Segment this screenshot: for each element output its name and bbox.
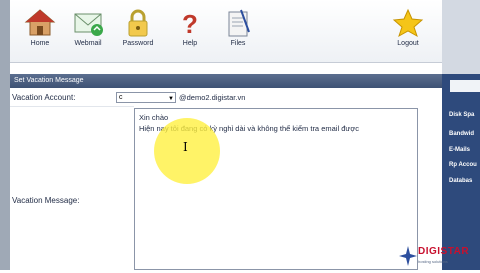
home-icon	[24, 9, 56, 36]
sidebar-item-rp-accounts[interactable]: Rp Accou	[449, 162, 477, 168]
vacation-account-value: c	[119, 94, 123, 101]
sidebar-item-bandwidth[interactable]: Bandwid	[449, 131, 474, 137]
password-button[interactable]: Password	[110, 8, 166, 58]
question-icon: ?	[182, 9, 198, 38]
webmail-button[interactable]: Webmail	[60, 8, 116, 58]
files-button[interactable]: Files	[210, 8, 266, 58]
sidebar-item-disk-space[interactable]: Disk Spa	[449, 112, 474, 118]
vacation-account-label: Vacation Account:	[12, 93, 76, 102]
main-toolbar: Home Webmail Password ? Help Files Logou…	[10, 0, 442, 63]
vacation-account-select[interactable]: c ▼	[116, 92, 176, 103]
files-label: Files	[230, 40, 246, 47]
sidebar-bar	[450, 80, 480, 92]
password-label: Password	[122, 40, 154, 47]
logo-tagline: hosting solutions	[418, 259, 448, 264]
window-edge	[0, 0, 10, 270]
sidebar-top-block	[442, 0, 480, 74]
svg-text:?: ?	[182, 9, 198, 38]
webmail-icon	[74, 13, 103, 36]
logout-label: Logout	[397, 40, 419, 47]
row-divider	[10, 106, 134, 107]
vacation-message-label: Vacation Message:	[12, 196, 80, 205]
star-icon	[392, 8, 424, 38]
webmail-label: Webmail	[74, 40, 102, 47]
lock-icon	[128, 9, 148, 37]
digistar-logo: DIGISTAR hosting solutions	[398, 244, 469, 270]
sidebar-item-emails[interactable]: E-Mails	[449, 147, 470, 153]
files-icon	[228, 9, 250, 37]
logout-button[interactable]: Logout	[380, 8, 436, 58]
message-line-1: Xin chào	[139, 113, 169, 122]
logo-text: DIGISTAR	[418, 246, 470, 257]
logo-star-icon	[399, 246, 417, 266]
right-sidebar: Disk Spa Bandwid E-Mails Rp Accou Databa…	[442, 0, 480, 270]
section-title: Set Vacation Message	[10, 74, 442, 88]
account-domain: @demo2.digistar.vn	[179, 93, 246, 102]
text-cursor-icon: I	[183, 140, 188, 154]
sidebar-item-databases[interactable]: Databas	[449, 178, 472, 184]
chevron-down-icon: ▼	[168, 96, 174, 102]
